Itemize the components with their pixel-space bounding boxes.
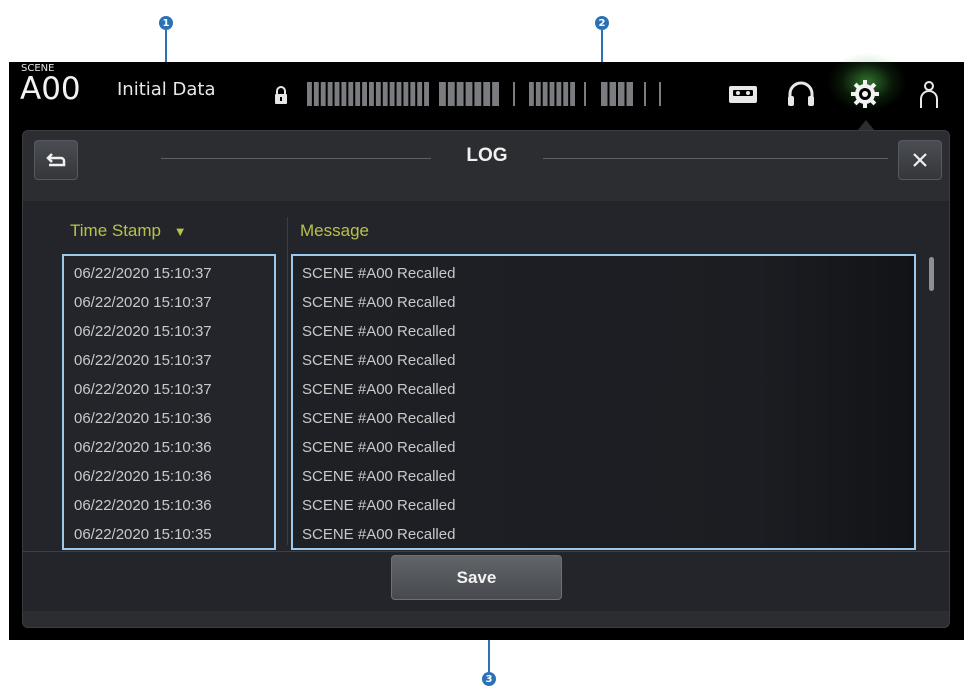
log-row-timestamp[interactable]: 06/22/2020 15:10:37 [74, 381, 212, 398]
log-row-message[interactable]: SCENE #A00 Recalled [302, 381, 455, 398]
log-row-message[interactable]: SCENE #A00 Recalled [302, 526, 455, 543]
meter-bar [348, 82, 354, 106]
meter-bar [396, 82, 402, 106]
level-meter[interactable] [299, 68, 664, 112]
meter-bar [334, 82, 340, 106]
scene-number[interactable]: A00 [20, 71, 81, 107]
top-bar: SCENE A00 Initial Data [9, 52, 964, 122]
meter-bar [483, 82, 491, 106]
meter-bar [410, 82, 416, 106]
meter-bar [563, 82, 569, 106]
sort-indicator-icon: ▼ [173, 224, 187, 239]
scene-title[interactable]: Initial Data [117, 79, 216, 100]
log-row-timestamp[interactable]: 06/22/2020 15:10:36 [74, 468, 212, 485]
meter-bar [313, 82, 319, 106]
meter-bar [584, 82, 586, 106]
callout-marker-1: 1 [159, 16, 173, 30]
lock-icon[interactable] [274, 84, 288, 106]
recorder-icon[interactable] [725, 76, 761, 112]
meter-bar [362, 82, 367, 106]
timestamp-header-label: Time Stamp [70, 221, 162, 240]
meter-bar [456, 82, 464, 106]
meter-bar [307, 82, 312, 106]
user-icon[interactable] [911, 76, 947, 112]
column-divider [287, 217, 288, 545]
device-screen: SCENE A00 Initial Data LOG Time Stamp ▼ … [9, 52, 964, 640]
meter-bar [465, 82, 473, 106]
close-icon [913, 153, 927, 167]
log-row-timestamp[interactable]: 06/22/2020 15:10:37 [74, 294, 212, 311]
log-row-message[interactable]: SCENE #A00 Recalled [302, 497, 455, 514]
meter-bar [320, 82, 326, 106]
log-row-message[interactable]: SCENE #A00 Recalled [302, 323, 455, 340]
log-row-message[interactable]: SCENE #A00 Recalled [302, 265, 455, 282]
scrollbar[interactable] [929, 257, 934, 291]
meter-bar [549, 82, 555, 106]
meter-bar [601, 82, 608, 106]
log-row-timestamp[interactable]: 06/22/2020 15:10:36 [74, 410, 212, 427]
log-list-area: Time Stamp ▼ Message 06/22/2020 15:10:37… [23, 201, 949, 611]
meter-bar [375, 82, 381, 106]
log-row-timestamp[interactable]: 06/22/2020 15:10:37 [74, 323, 212, 340]
meter-bar [609, 82, 616, 106]
log-dialog: LOG Time Stamp ▼ Message 06/22/2020 15:1… [22, 130, 950, 628]
log-row-message[interactable]: SCENE #A00 Recalled [302, 439, 455, 456]
meter-bar [556, 82, 562, 106]
meter-bar [570, 82, 575, 106]
callout-marker-3: 3 [482, 672, 496, 686]
log-row-timestamp[interactable]: 06/22/2020 15:10:37 [74, 352, 212, 369]
meter-bar [327, 82, 333, 106]
meter-bar [474, 82, 482, 106]
gear-icon[interactable] [847, 76, 883, 112]
list-bottom-divider [23, 551, 949, 552]
meter-bar [492, 82, 499, 106]
meter-bar [618, 82, 625, 106]
meter-bar [644, 82, 646, 106]
meter-bar [439, 82, 446, 106]
meter-bar [447, 82, 455, 106]
meter-bar [382, 82, 388, 106]
meter-bar [417, 82, 423, 106]
meter-bar [369, 82, 374, 106]
meter-bar [424, 82, 429, 106]
close-button[interactable] [898, 140, 942, 180]
meter-bar [629, 82, 631, 106]
message-column-header: Message [300, 221, 369, 240]
log-row-timestamp[interactable]: 06/22/2020 15:10:35 [74, 526, 212, 543]
meter-bar [529, 82, 534, 106]
meter-bar [659, 82, 661, 106]
log-row-message[interactable]: SCENE #A00 Recalled [302, 294, 455, 311]
timestamp-column-header[interactable]: Time Stamp ▼ [70, 221, 187, 241]
meter-bar [403, 82, 409, 106]
log-row-timestamp[interactable]: 06/22/2020 15:10:36 [74, 439, 212, 456]
meter-bar [389, 82, 395, 106]
meter-bar [535, 82, 541, 106]
header-divider-right [543, 158, 888, 159]
log-row-message[interactable]: SCENE #A00 Recalled [302, 468, 455, 485]
log-row-timestamp[interactable]: 06/22/2020 15:10:37 [74, 265, 212, 282]
meter-bar [542, 82, 548, 106]
log-row-message[interactable]: SCENE #A00 Recalled [302, 410, 455, 427]
callout-marker-2: 2 [595, 16, 609, 30]
log-row-message[interactable]: SCENE #A00 Recalled [302, 352, 455, 369]
meter-bar [513, 82, 515, 106]
meter-bar [341, 82, 347, 106]
save-button[interactable]: Save [391, 555, 562, 600]
headphones-icon[interactable] [783, 76, 819, 112]
dialog-title: LOG [466, 145, 508, 166]
log-row-timestamp[interactable]: 06/22/2020 15:10:36 [74, 497, 212, 514]
meter-bar [355, 82, 361, 106]
